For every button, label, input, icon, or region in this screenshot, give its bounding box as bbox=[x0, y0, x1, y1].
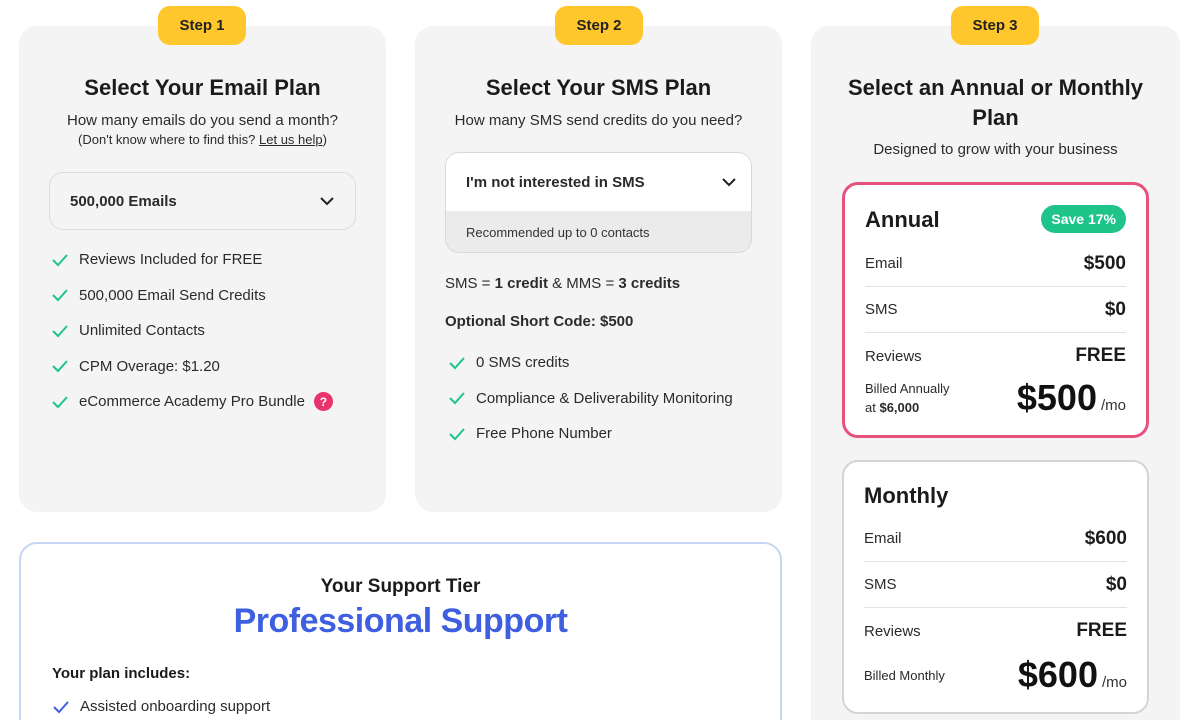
email-plan-subtitle: How many emails do you send a month? bbox=[67, 112, 338, 129]
billing-plan-title-line2: Plan bbox=[972, 105, 1019, 130]
support-tier-title: Professional Support bbox=[233, 602, 568, 640]
row-label: Email bbox=[865, 255, 903, 272]
check-icon bbox=[449, 357, 465, 370]
list-item: 0 SMS credits bbox=[448, 345, 733, 381]
email-volume-select[interactable]: 500,000 Emails bbox=[49, 172, 356, 230]
billing-total: $6,000 bbox=[879, 400, 920, 415]
feature-label: CPM Overage: $1.20 bbox=[79, 357, 220, 375]
help-suffix: ) bbox=[322, 132, 327, 147]
sms-select-value: I'm not interested in SMS bbox=[466, 173, 645, 191]
credit-sms-value: 1 credit bbox=[494, 275, 548, 292]
include-label: Assisted onboarding support bbox=[80, 698, 271, 715]
email-volume-value: 500,000 Emails bbox=[70, 192, 177, 210]
monthly-plan-option[interactable]: Monthly Email $600 SMS $0 Reviews FREE Bill… bbox=[842, 460, 1149, 714]
short-code-info: Optional Short Code: $500 bbox=[445, 313, 634, 330]
support-tier-subtitle: Your Support Tier bbox=[320, 576, 481, 597]
annual-plan-name: Annual bbox=[865, 207, 940, 232]
let-us-help-link[interactable]: Let us help bbox=[259, 132, 323, 147]
check-icon bbox=[449, 428, 465, 441]
info-help-badge[interactable]: ? bbox=[313, 392, 333, 412]
list-item: Assisted onboarding support bbox=[52, 698, 270, 715]
list-item: Compliance & Deliverability Monitoring bbox=[448, 381, 733, 417]
list-item: Unlimited Contacts bbox=[51, 313, 333, 349]
billing-line2-prefix: at bbox=[865, 400, 880, 415]
chevron-down-icon bbox=[722, 178, 736, 187]
feature-label: Compliance & Deliverability Monitoring bbox=[476, 389, 733, 407]
chevron-down-icon bbox=[320, 197, 334, 206]
billing-line1: Billed Annually bbox=[865, 381, 950, 396]
billing-plan-title-line1: Select an Annual or Monthly bbox=[848, 75, 1143, 100]
monthly-reviews-row: Reviews FREE bbox=[864, 608, 1127, 654]
sms-select-trigger[interactable]: I'm not interested in SMS bbox=[446, 153, 751, 211]
list-item: Reviews Included for FREE bbox=[51, 242, 333, 278]
sms-plan-features: 0 SMS credits Compliance & Deliverabilit… bbox=[448, 345, 733, 452]
email-plan-help-text: (Don't know where to find this? Let us h… bbox=[19, 132, 386, 147]
sms-plan-title: Select Your SMS Plan bbox=[485, 75, 712, 100]
email-plan-title: Select Your Email Plan bbox=[84, 75, 321, 100]
monthly-price: $600/mo bbox=[1018, 654, 1127, 696]
row-label: Reviews bbox=[865, 347, 922, 365]
check-icon bbox=[52, 396, 68, 409]
check-icon bbox=[52, 254, 68, 267]
price-period: /mo bbox=[1101, 674, 1127, 691]
feature-label: Unlimited Contacts bbox=[79, 322, 205, 340]
step-3-badge: Step 3 bbox=[951, 6, 1039, 45]
row-label: Email bbox=[864, 530, 902, 547]
price-amount: $500 bbox=[1016, 377, 1097, 418]
email-plan-features: Reviews Included for FREE 500,000 Email … bbox=[51, 242, 333, 420]
row-label: SMS bbox=[864, 576, 897, 593]
help-prefix: (Don't know where to find this? bbox=[78, 132, 256, 147]
credit-sms-label: SMS = bbox=[445, 275, 495, 292]
monthly-sms-row: SMS $0 bbox=[864, 562, 1127, 608]
row-value: FREE bbox=[1076, 620, 1127, 641]
row-value: FREE bbox=[1075, 345, 1126, 366]
monthly-billing-text: Billed Monthly bbox=[864, 667, 945, 683]
support-tier-card: Your Support Tier Professional Support Y… bbox=[19, 542, 782, 720]
row-value: $0 bbox=[1105, 573, 1127, 595]
annual-sms-row: SMS $0 bbox=[865, 287, 1126, 333]
row-value: $500 bbox=[1083, 252, 1126, 274]
feature-label: 500,000 Email Send Credits bbox=[79, 286, 266, 304]
check-icon bbox=[52, 289, 68, 302]
row-label: SMS bbox=[865, 301, 898, 318]
annual-billing: Billed Annually at $6,000 $500/mo bbox=[865, 377, 1126, 419]
feature-label: Free Phone Number bbox=[476, 425, 612, 443]
row-value: $0 bbox=[1104, 298, 1126, 320]
sms-recommendation: Recommended up to 0 contacts bbox=[466, 225, 650, 240]
check-icon bbox=[52, 360, 68, 373]
annual-plan-option[interactable]: Annual Save 17% Email $500 SMS $0 Reviews F… bbox=[842, 182, 1149, 438]
plan-includes-label: Your plan includes: bbox=[52, 665, 191, 682]
credit-info: SMS = 1 credit & MMS = 3 credits bbox=[445, 275, 680, 292]
feature-label: 0 SMS credits bbox=[476, 354, 570, 372]
save-badge: Save 17% bbox=[1041, 205, 1126, 233]
billing-plan-subtitle: Designed to grow with your business bbox=[873, 141, 1118, 158]
credit-mms-label: & MMS = bbox=[547, 275, 619, 292]
row-value: $600 bbox=[1084, 527, 1127, 549]
list-item: 500,000 Email Send Credits bbox=[51, 278, 333, 314]
row-label: Reviews bbox=[864, 622, 921, 640]
annual-reviews-row: Reviews FREE bbox=[865, 333, 1126, 379]
monthly-email-row: Email $600 bbox=[864, 516, 1127, 562]
monthly-plan-name: Monthly bbox=[864, 483, 949, 508]
price-amount: $600 bbox=[1017, 654, 1098, 695]
check-icon bbox=[52, 325, 68, 338]
annual-billing-text: Billed Annually at $6,000 bbox=[865, 379, 950, 417]
price-period: /mo bbox=[1100, 397, 1126, 414]
step-2-badge: Step 2 bbox=[555, 6, 643, 45]
list-item: Free Phone Number bbox=[448, 416, 733, 452]
feature-label: Reviews Included for FREE bbox=[79, 251, 263, 269]
credit-mms-value: 3 credits bbox=[618, 275, 681, 292]
check-icon bbox=[449, 392, 465, 405]
check-icon bbox=[53, 700, 69, 713]
step-1-badge: Step 1 bbox=[158, 6, 246, 45]
annual-price: $500/mo bbox=[1017, 377, 1126, 419]
feature-label: eCommerce Academy Pro Bundle bbox=[79, 393, 305, 411]
list-item: eCommerce Academy Pro Bundle? bbox=[51, 384, 333, 420]
monthly-billing: Billed Monthly $600/mo bbox=[864, 654, 1127, 696]
sms-plan-subtitle: How many SMS send credits do you need? bbox=[454, 112, 743, 129]
list-item: CPM Overage: $1.20 bbox=[51, 349, 333, 385]
annual-email-row: Email $500 bbox=[865, 241, 1126, 287]
sms-credits-select[interactable]: I'm not interested in SMS Recommended up… bbox=[445, 152, 752, 253]
